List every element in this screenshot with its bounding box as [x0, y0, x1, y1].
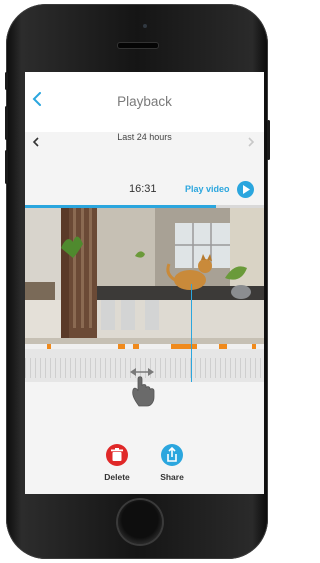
share-button[interactable] — [161, 444, 183, 466]
swipe-hand-icon — [125, 364, 159, 408]
play-video-link[interactable]: Play video — [185, 184, 230, 194]
share-icon — [167, 446, 177, 462]
mute-switch — [5, 72, 8, 90]
delete-action[interactable]: Delete — [97, 444, 137, 482]
nav-header: Playback — [25, 72, 264, 132]
event-marker[interactable] — [218, 344, 227, 349]
range-label: Last 24 hours — [117, 132, 172, 142]
video-frame — [25, 208, 264, 344]
timeline-cursor[interactable] — [191, 284, 193, 382]
event-marker[interactable] — [46, 344, 52, 349]
event-marker[interactable] — [118, 344, 126, 349]
volume-up-button — [5, 106, 8, 140]
play-video-button[interactable] — [237, 181, 254, 198]
share-action[interactable]: Share — [152, 444, 192, 482]
power-button — [267, 120, 270, 160]
home-button[interactable] — [118, 500, 162, 544]
event-marker[interactable] — [132, 344, 139, 349]
kitchen-scene-image — [25, 208, 264, 344]
delete-button[interactable] — [106, 444, 128, 466]
trash-icon — [111, 448, 123, 461]
playback-bar: 16:31 Play video — [25, 178, 264, 200]
date-range-selector: Last 24 hours — [25, 126, 264, 154]
play-icon — [243, 185, 250, 194]
event-marker[interactable] — [252, 344, 256, 349]
event-marker[interactable] — [170, 344, 198, 349]
current-time: 16:31 — [129, 183, 157, 195]
volume-down-button — [5, 150, 8, 184]
share-label: Share — [160, 472, 184, 482]
delete-label: Delete — [104, 472, 130, 482]
page-title: Playback — [117, 94, 172, 109]
app-screen: Playback Last 24 hours 16:31 Play video — [25, 72, 264, 494]
earpiece-speaker — [117, 42, 159, 49]
events-bar — [25, 344, 264, 349]
front-camera — [143, 24, 147, 28]
next-range-chevron-icon[interactable] — [247, 134, 255, 147]
